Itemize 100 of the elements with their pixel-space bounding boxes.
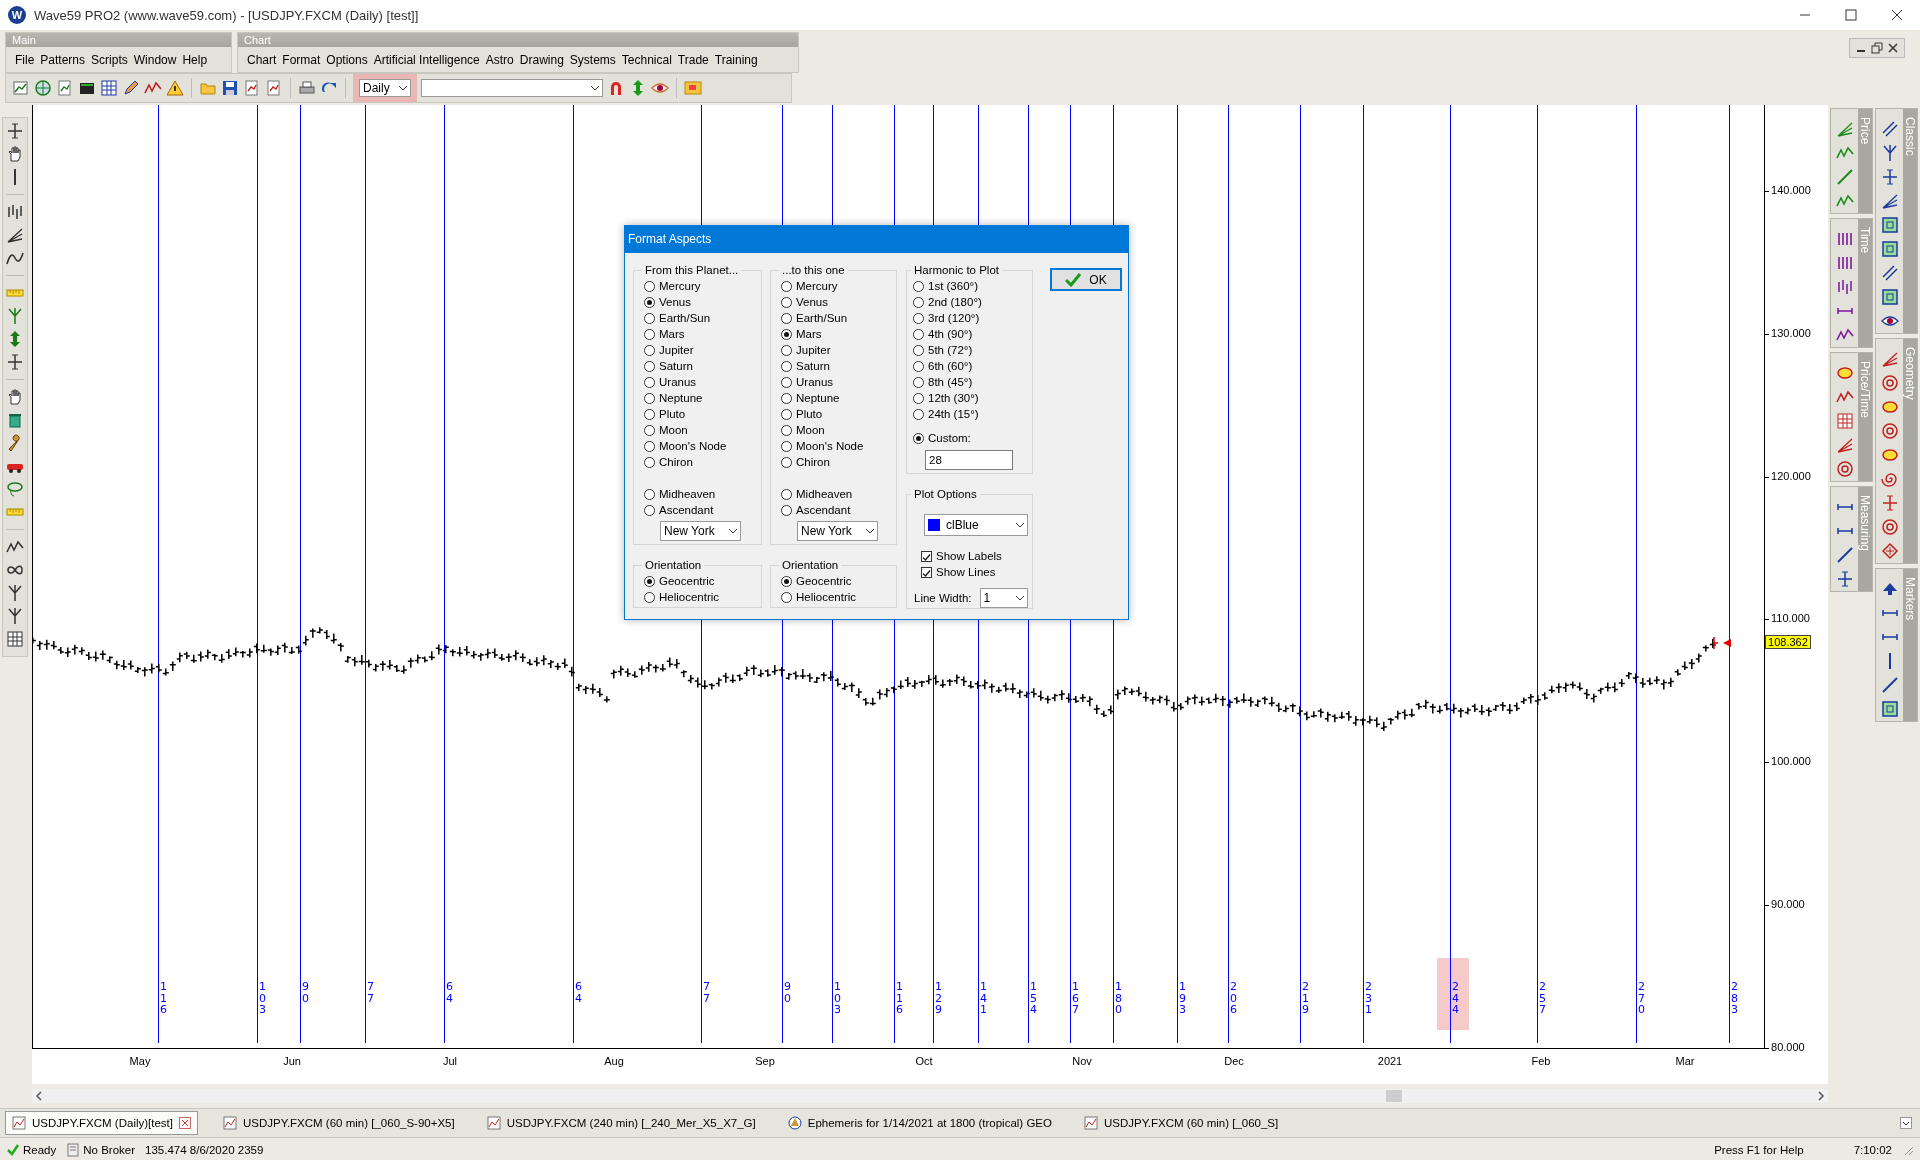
restore-icon[interactable] [1870, 41, 1884, 55]
menu-item[interactable]: Format [279, 51, 324, 69]
custom-harmonic-field[interactable]: 28 [925, 450, 1013, 470]
menu-item[interactable]: Astro [482, 51, 517, 69]
line-width-dropdown[interactable]: 1 [979, 588, 1028, 608]
ellipse-icon[interactable] [1880, 398, 1899, 416]
radio-indicator[interactable] [644, 376, 655, 388]
menu-item[interactable]: Artificial Intelligence [370, 51, 483, 69]
menu-item[interactable]: Window [130, 51, 180, 69]
fork-icon[interactable] [1880, 144, 1899, 162]
scrollbar-thumb[interactable] [1386, 1090, 1402, 1102]
diagonal-icon[interactable] [1880, 676, 1899, 694]
radio-indicator[interactable] [781, 440, 792, 452]
radio-button[interactable]: Uranus [781, 374, 896, 390]
radio-indicator[interactable] [644, 504, 655, 516]
radio-indicator[interactable] [913, 408, 924, 420]
radio-indicator[interactable] [644, 328, 655, 340]
radio-indicator[interactable] [781, 424, 792, 436]
lasso-icon[interactable] [6, 480, 24, 498]
radio-button[interactable]: 24th (15°) [913, 406, 1032, 422]
floppy-icon[interactable] [221, 79, 239, 97]
document-icon[interactable] [243, 79, 261, 97]
radio-indicator[interactable] [644, 408, 655, 420]
fork-icon[interactable] [6, 307, 24, 325]
radio-indicator[interactable] [913, 296, 924, 308]
radio-button[interactable]: Moon [644, 422, 761, 438]
radio-indicator[interactable] [781, 328, 792, 340]
radio-button[interactable]: Moon's Node [781, 438, 896, 454]
ok-button[interactable]: OK [1050, 268, 1122, 291]
radio-indicator[interactable] [781, 296, 792, 308]
radio-indicator[interactable] [781, 456, 792, 468]
radio-indicator[interactable] [644, 392, 655, 404]
close-icon[interactable] [179, 1117, 191, 1129]
bars-icon[interactable] [1835, 278, 1854, 296]
menu-item[interactable]: File [12, 51, 38, 69]
ellipse-icon[interactable] [1835, 364, 1854, 382]
menu-item[interactable]: Systems [566, 51, 619, 69]
menu-item[interactable]: Drawing [516, 51, 567, 69]
target-icon[interactable] [1880, 422, 1899, 440]
radio-button[interactable]: Saturn [781, 358, 896, 374]
radio-indicator[interactable] [644, 280, 655, 292]
radio-indicator[interactable] [781, 344, 792, 356]
radio-indicator[interactable] [781, 280, 792, 292]
close-icon[interactable] [1886, 41, 1900, 55]
warning-icon[interactable] [166, 79, 184, 97]
radio-indicator[interactable] [781, 312, 792, 324]
radio-button[interactable]: Neptune [781, 390, 896, 406]
radio-button[interactable]: 4th (90°) [913, 326, 1032, 342]
diagonal-icon[interactable] [1835, 168, 1854, 186]
square-icon[interactable] [1880, 288, 1899, 306]
radio-button[interactable]: Pluto [781, 406, 896, 422]
radio-indicator[interactable] [781, 504, 792, 516]
color-dropdown[interactable]: clBlue [924, 514, 1028, 536]
menu-item[interactable]: Training [711, 51, 761, 69]
radio-button[interactable]: Chiron [781, 454, 896, 470]
radio-button[interactable]: Venus [781, 294, 896, 310]
radio-indicator[interactable] [644, 575, 655, 587]
stripes-icon[interactable] [1835, 230, 1854, 248]
radio-button[interactable]: Earth/Sun [644, 310, 761, 326]
radio-indicator[interactable] [913, 344, 924, 356]
frame-icon[interactable] [684, 79, 702, 97]
fork-icon[interactable] [6, 607, 24, 625]
grid-icon[interactable] [100, 79, 118, 97]
target-icon[interactable] [1835, 460, 1854, 478]
hand-icon[interactable] [6, 388, 24, 406]
radio-button[interactable]: Pluto [644, 406, 761, 422]
radio-button[interactable]: Mars [781, 326, 896, 342]
radio-indicator[interactable] [644, 456, 655, 468]
radio-button[interactable]: 2nd (180°) [913, 294, 1032, 310]
radio-indicator[interactable] [781, 488, 792, 500]
chart-icon[interactable] [12, 79, 30, 97]
radio-button[interactable]: Earth/Sun [781, 310, 896, 326]
location-dropdown[interactable]: New York [797, 521, 878, 541]
radio-indicator[interactable] [644, 296, 655, 308]
radio-button[interactable]: 6th (60°) [913, 358, 1032, 374]
crosshair-icon[interactable] [1880, 494, 1899, 512]
radio-button[interactable]: Mercury [781, 278, 896, 294]
radio-button[interactable]: Midheaven [644, 486, 761, 502]
square-icon[interactable] [1880, 240, 1899, 258]
radio-indicator[interactable] [913, 360, 924, 372]
document-tab[interactable]: USDJPY.FXCM (60 min) [_060_S-90+X5] [216, 1111, 462, 1135]
menu-item[interactable]: Trade [674, 51, 712, 69]
radio-button[interactable]: Ascendant [781, 502, 896, 518]
radio-button[interactable]: Jupiter [644, 342, 761, 358]
diagonal-icon[interactable] [1835, 546, 1854, 564]
trash-icon[interactable] [6, 411, 24, 429]
radio-button[interactable]: Moon [781, 422, 896, 438]
menu-item[interactable]: Help [179, 51, 211, 69]
crosshair-icon[interactable] [1835, 570, 1854, 588]
target-icon[interactable] [1880, 518, 1899, 536]
radio-indicator[interactable] [644, 591, 655, 603]
square-icon[interactable] [1880, 700, 1899, 718]
bars-icon[interactable] [6, 203, 24, 221]
square-icon[interactable] [1880, 216, 1899, 234]
radio-button[interactable]: Mercury [644, 278, 761, 294]
document-tab[interactable]: USDJPY.FXCM (240 min) [_240_Mer_X5_X7_G] [479, 1111, 763, 1135]
radio-indicator[interactable] [644, 424, 655, 436]
radio-indicator[interactable] [781, 376, 792, 388]
target-icon[interactable] [1880, 374, 1899, 392]
crosshair-icon[interactable] [6, 122, 24, 140]
